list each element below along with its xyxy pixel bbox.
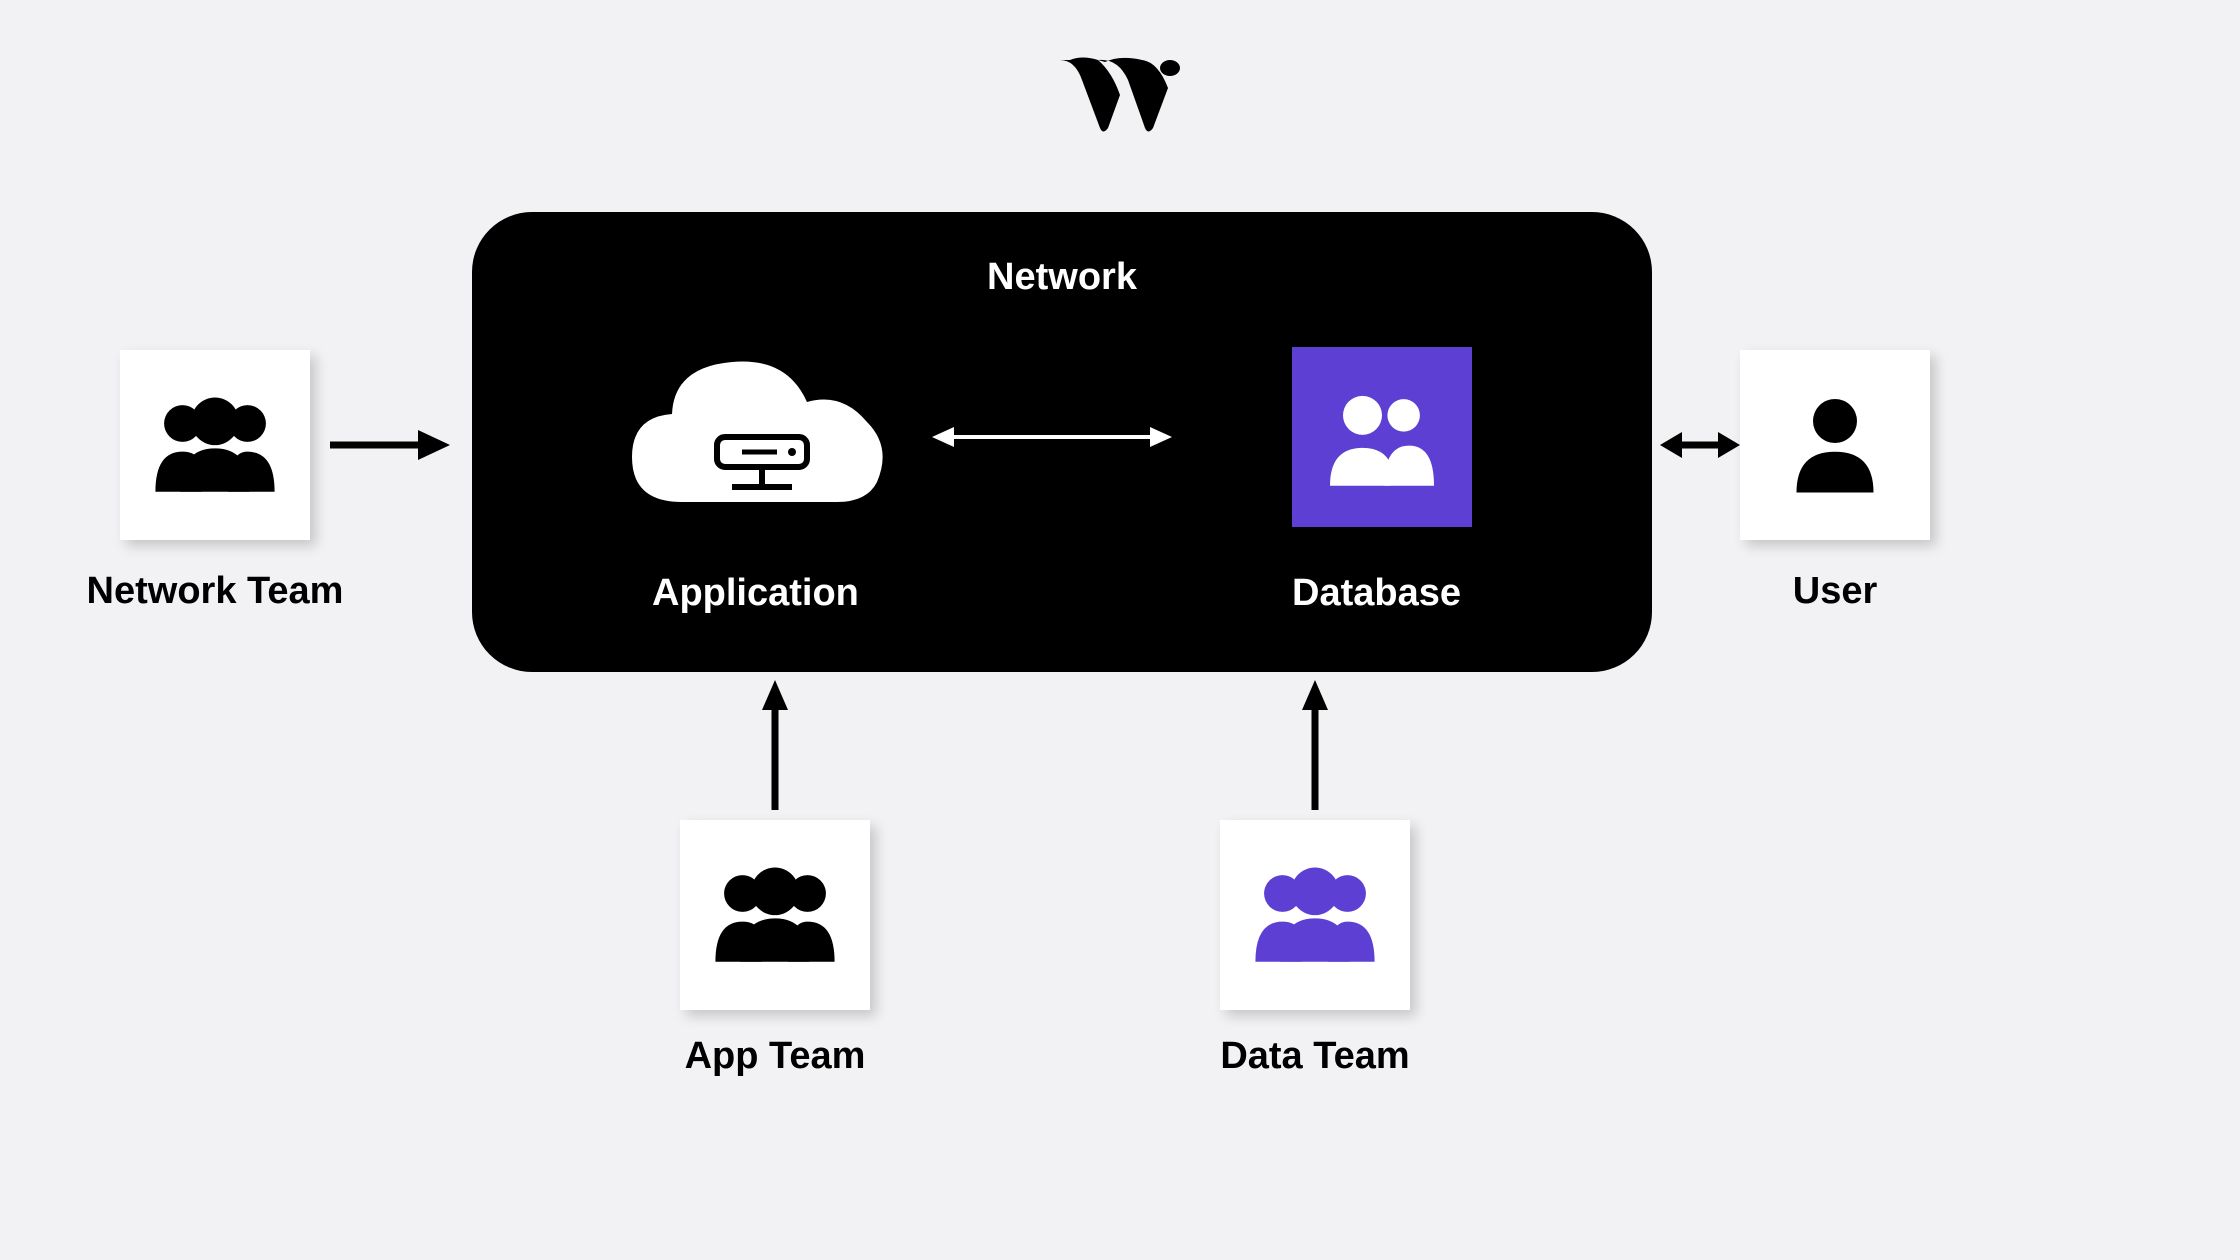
arrow-right-icon bbox=[330, 425, 450, 465]
data-team-label: Data Team bbox=[1205, 1035, 1425, 1078]
network-team-card bbox=[120, 350, 310, 540]
app-team-label: App Team bbox=[680, 1035, 870, 1078]
team-group-icon bbox=[710, 858, 840, 973]
user-icon bbox=[1780, 388, 1890, 503]
application-cloud-icon bbox=[612, 342, 902, 532]
database-label: Database bbox=[1292, 572, 1461, 615]
user-label: User bbox=[1770, 570, 1900, 613]
network-container: Network Application Database bbox=[472, 212, 1652, 672]
bidirectional-arrow-icon bbox=[932, 422, 1172, 452]
bidirectional-arrow-icon bbox=[1660, 425, 1740, 465]
arrow-up-icon bbox=[1300, 680, 1330, 810]
database-icon bbox=[1292, 347, 1472, 527]
brand-logo-icon bbox=[1050, 50, 1190, 140]
application-label: Application bbox=[652, 572, 859, 615]
data-team-card bbox=[1220, 820, 1410, 1010]
network-title: Network bbox=[987, 256, 1137, 299]
user-card bbox=[1740, 350, 1930, 540]
arrow-up-icon bbox=[760, 680, 790, 810]
team-group-icon bbox=[1250, 858, 1380, 973]
network-team-label: Network Team bbox=[70, 570, 360, 613]
app-team-card bbox=[680, 820, 870, 1010]
team-group-icon bbox=[150, 388, 280, 503]
